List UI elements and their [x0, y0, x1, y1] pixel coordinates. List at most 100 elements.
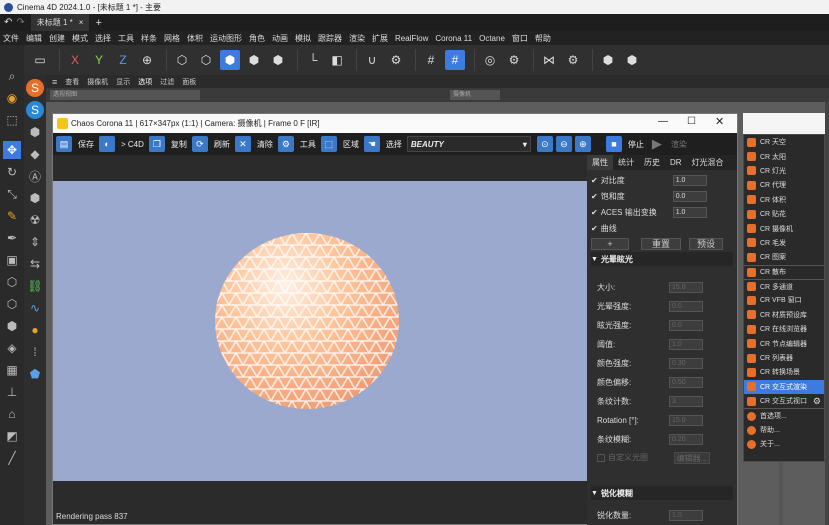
menu-item-vfb-window[interactable]: CR VFB 窗口 [744, 293, 824, 307]
menu-mograph[interactable]: 运动图形 [210, 33, 242, 44]
menu-item-interactive-viewport[interactable]: CR 交互式视口 ⚙ [744, 394, 824, 408]
letter-a-icon[interactable]: Ⓐ [26, 167, 44, 185]
menu-select[interactable]: 选择 [95, 33, 111, 44]
menu-item-fur[interactable]: CR 毛发 [744, 236, 824, 250]
connect-icon[interactable]: ⇆ [26, 255, 44, 273]
pen-icon[interactable]: ✒ [3, 229, 21, 247]
menu-item-pattern[interactable]: CR 图案 [744, 250, 824, 264]
model-mode-icon[interactable]: ⬡ [172, 50, 192, 70]
x-axis-icon[interactable]: X [65, 50, 85, 70]
stop-icon[interactable]: ■ [605, 136, 622, 152]
camera-field[interactable]: 摄像机 [450, 90, 500, 100]
contrast-field[interactable]: 1.0 [672, 174, 707, 186]
menu-window[interactable]: 窗口 [512, 33, 528, 44]
save-button[interactable]: 保存 [75, 136, 97, 152]
refresh-button[interactable]: 刷新 [211, 136, 233, 152]
corona-object-icon[interactable]: ⬢ [26, 123, 44, 141]
menu-mesh[interactable]: 网格 [164, 33, 180, 44]
menu-realflow[interactable]: RealFlow [395, 34, 428, 43]
redo-icon[interactable]: ↷ [16, 17, 24, 28]
menu-octane[interactable]: Octane [479, 34, 505, 43]
copy-icon[interactable]: ❐ [148, 136, 165, 152]
minimize-icon[interactable]: — [658, 116, 668, 127]
clear-icon[interactable]: ✕ [234, 136, 251, 152]
color-intensity-field[interactable]: 0.30 [669, 358, 703, 369]
menu-tools[interactable]: 工具 [118, 33, 134, 44]
stop-button[interactable]: 停止 [625, 136, 647, 152]
reset-button[interactable]: 重置 [641, 238, 681, 250]
edge-mode-icon[interactable]: ⬡ [3, 295, 21, 313]
menu-item-camera[interactable]: CR 摄像机 [744, 221, 824, 235]
points-mode-icon[interactable]: ⬡ [196, 50, 216, 70]
maximize-icon[interactable]: ☐ [687, 116, 696, 127]
solo-icon[interactable]: ◧ [327, 50, 347, 70]
dots-icon[interactable]: ⁞ [26, 343, 44, 361]
workplane-grid-icon[interactable]: # [445, 50, 465, 70]
custom-aperture-checkbox[interactable] [597, 453, 605, 462]
threshold-field[interactable]: 1.0 [669, 339, 703, 350]
knife-icon[interactable]: ╱ [3, 449, 21, 467]
tab-properties[interactable]: 属性 [587, 155, 613, 170]
menu-corona[interactable]: Corona 11 [435, 34, 472, 43]
viewport-menu-icon[interactable]: ≡ [52, 77, 57, 87]
corona-cylinder-icon[interactable]: ⬢ [622, 50, 642, 70]
tab-stats[interactable]: 统计 [613, 155, 639, 170]
preset-button[interactable]: 预设 [689, 238, 723, 250]
viewport-menu-panel[interactable]: 面板 [182, 77, 196, 87]
plugin-s-blue-icon[interactable]: S [26, 101, 44, 119]
point-mode-icon[interactable]: ⬡ [3, 273, 21, 291]
spline-icon[interactable]: ∿ [26, 299, 44, 317]
gear-icon[interactable]: ⚙ [813, 396, 821, 407]
glare-intensity-field[interactable]: 0.0 [669, 320, 703, 331]
menu-item-help[interactable]: 帮助... [744, 423, 824, 437]
new-tab-button[interactable]: + [95, 17, 101, 29]
render-settings-icon[interactable]: ▭ [30, 50, 50, 70]
zoom-in-icon[interactable]: ⊕ [574, 136, 591, 152]
menu-file[interactable]: 文件 [3, 33, 19, 44]
plugin-s-orange-icon[interactable]: S [26, 79, 44, 97]
viewport-menu-camera[interactable]: 摄像机 [87, 77, 108, 87]
tab-dr[interactable]: DR [665, 155, 687, 170]
tab-history[interactable]: 历史 [639, 155, 665, 170]
streak-blur-field[interactable]: 0.20 [669, 434, 703, 445]
menu-item-sun[interactable]: CR 太阳 [744, 149, 824, 163]
bloom-intensity-field[interactable]: 0.0 [669, 301, 703, 312]
bloom-size-field[interactable]: 15.0 [669, 282, 703, 293]
snap-settings-icon[interactable]: ⚙ [386, 50, 406, 70]
sharpen-amount-field[interactable]: 1.0 [669, 510, 703, 521]
close-window-icon[interactable]: ✕ [715, 115, 724, 128]
viewport-menu-options[interactable]: 选项 [138, 77, 152, 87]
streak-count-field[interactable]: 3 [669, 396, 703, 407]
menu-item-sky[interactable]: CR 天空 [744, 135, 824, 149]
region-button[interactable]: 区域 [340, 136, 362, 152]
viewport-menu-display[interactable]: 显示 [116, 77, 130, 87]
edges-mode-icon[interactable]: ⬢ [244, 50, 264, 70]
polygons-mode-icon[interactable]: ⬢ [220, 50, 240, 70]
select-hand-icon[interactable]: ☚ [363, 136, 380, 152]
close-icon[interactable]: × [79, 18, 84, 27]
viewport-menu-filter[interactable]: 过滤 [160, 77, 174, 87]
box-icon[interactable]: ▣ [3, 251, 21, 269]
tools-icon[interactable]: ⚙ [277, 136, 294, 152]
render-play-icon[interactable]: ▶ [649, 136, 665, 152]
menu-render[interactable]: 渲染 [349, 33, 365, 44]
menu-item-about[interactable]: 关于... [744, 437, 824, 451]
select-icon[interactable]: ⬚ [3, 111, 21, 129]
to-c4d-icon[interactable]: ◐ [99, 136, 115, 152]
menu-item-lister[interactable]: CR 列表器 [744, 351, 824, 365]
axis-icon[interactable]: ⊥ [3, 383, 21, 401]
axis-snap-icon[interactable]: └ [303, 50, 323, 70]
menu-character[interactable]: 角色 [249, 33, 265, 44]
rotation-field[interactable]: 15.0 [669, 415, 703, 426]
render-view-icon[interactable]: ◎ [480, 50, 500, 70]
checkbox-icon[interactable]: ✔ [591, 208, 598, 217]
apple-icon[interactable]: ● [26, 321, 44, 339]
document-tab[interactable]: 未标题 1 * × [30, 14, 90, 31]
menu-create[interactable]: 创建 [49, 33, 65, 44]
magnet-icon[interactable]: ∪ [362, 50, 382, 70]
menu-item-node-editor[interactable]: CR 节点编辑器 [744, 336, 824, 350]
render-settings-gear-icon[interactable]: ⚙ [504, 50, 524, 70]
rotate-icon[interactable]: ↻ [3, 163, 21, 181]
snap-icon[interactable]: ⌂ [3, 405, 21, 423]
refresh-icon[interactable]: ⟳ [191, 136, 208, 152]
